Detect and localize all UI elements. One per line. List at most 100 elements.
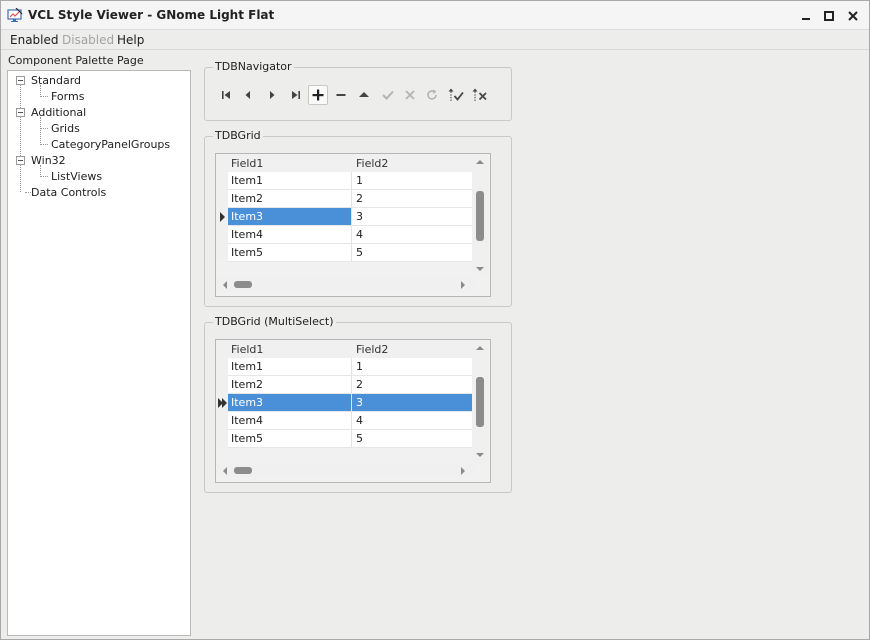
nav-refresh-button [422, 85, 442, 105]
nav-prior-button[interactable] [238, 85, 258, 105]
dbgrid[interactable]: Field1 Field2 Item1 1 Item2 2 Item3 3 It… [215, 153, 491, 297]
title-bar[interactable]: VCL Style Viewer - GNome Light Flat [1, 1, 869, 30]
grid-cell[interactable]: 3 [353, 394, 472, 411]
tree-item-win32[interactable]: Win32 [31, 154, 66, 167]
table-row-selected[interactable]: Item3 3 [228, 208, 472, 226]
refresh-data-icon [427, 89, 437, 100]
grid-cell[interactable]: Item2 [228, 376, 352, 393]
scroll-left-arrow-icon[interactable] [222, 467, 228, 475]
nav-last-button[interactable] [286, 85, 306, 105]
grid-cell[interactable]: 4 [353, 412, 472, 429]
cancel-updates-icon [472, 88, 487, 101]
table-row[interactable]: Item4 4 [228, 412, 472, 430]
grid-cell[interactable]: Item5 [228, 430, 352, 447]
grid-horizontal-scrollbar[interactable] [216, 464, 474, 478]
scroll-up-arrow-icon[interactable] [476, 345, 484, 351]
close-button[interactable] [844, 7, 862, 25]
menu-help[interactable]: Help [117, 33, 144, 47]
collapse-icon[interactable] [16, 108, 25, 117]
edit-record-icon [359, 92, 369, 97]
scroll-right-arrow-icon[interactable] [460, 281, 466, 289]
menu-bar: Enabled Disabled Help [1, 30, 869, 50]
grid-vertical-scrollbar[interactable] [472, 154, 488, 278]
collapse-icon[interactable] [16, 76, 25, 85]
tree-line [20, 85, 21, 192]
tree-item-standard[interactable]: Standard [31, 74, 81, 87]
close-icon [848, 11, 858, 21]
dbgrid-multiselect[interactable]: Field1 Field2 Item1 1 Item2 2 Item3 3 It… [215, 339, 491, 483]
grid-rows: Item1 1 Item2 2 Item3 3 Item4 4 Item5 5 [228, 172, 472, 262]
table-row[interactable]: Item5 5 [228, 244, 472, 262]
tree-item-forms[interactable]: Forms [51, 90, 84, 103]
table-row[interactable]: Item2 2 [228, 190, 472, 208]
scroll-up-arrow-icon[interactable] [476, 159, 484, 165]
tree-line [40, 128, 48, 129]
nav-delete-button[interactable] [331, 85, 351, 105]
nav-cancel-updates-button[interactable] [470, 85, 490, 105]
nav-next-button[interactable] [262, 85, 282, 105]
grid-cell[interactable]: 2 [353, 190, 472, 207]
column-header-field2[interactable]: Field2 [356, 157, 388, 170]
tree-caption: Component Palette Page [8, 54, 144, 67]
tree-item-data-controls[interactable]: Data Controls [31, 186, 106, 199]
grid-cell[interactable]: Item4 [228, 412, 352, 429]
scroll-thumb[interactable] [476, 191, 484, 241]
table-row[interactable]: Item1 1 [228, 358, 472, 376]
scroll-thumb[interactable] [476, 377, 484, 427]
tree-line [40, 117, 41, 145]
multiselect-row-indicator-icon [218, 398, 227, 408]
maximize-button[interactable] [820, 7, 838, 25]
tree-item-listviews[interactable]: ListViews [51, 170, 102, 183]
minimize-icon [802, 18, 810, 20]
column-header-field1[interactable]: Field1 [231, 157, 263, 170]
grid-cell[interactable]: Item2 [228, 190, 352, 207]
table-row[interactable]: Item2 2 [228, 376, 472, 394]
table-row[interactable]: Item1 1 [228, 172, 472, 190]
grid-cell[interactable]: 1 [353, 172, 472, 189]
grid-cell[interactable]: 4 [353, 226, 472, 243]
collapse-icon[interactable] [16, 156, 25, 165]
nav-apply-updates-button[interactable] [446, 85, 466, 105]
grid-cell[interactable]: 5 [353, 430, 472, 447]
tree-item-grids[interactable]: Grids [51, 122, 80, 135]
component-palette-tree[interactable]: Standard Forms Additional Grids Category… [7, 70, 191, 636]
grid-cell[interactable]: Item5 [228, 244, 352, 261]
grid-cell[interactable]: 3 [353, 208, 472, 225]
nav-insert-button[interactable] [308, 85, 328, 105]
grid-cell[interactable]: Item4 [228, 226, 352, 243]
scroll-right-arrow-icon[interactable] [460, 467, 466, 475]
grid-horizontal-scrollbar[interactable] [216, 278, 474, 292]
table-row[interactable]: Item4 4 [228, 226, 472, 244]
table-row[interactable]: Item5 5 [228, 430, 472, 448]
current-row-indicator-icon [220, 212, 225, 222]
column-header-field1[interactable]: Field1 [231, 343, 263, 356]
grid-indicator-column [216, 154, 228, 262]
grid-vertical-scrollbar[interactable] [472, 340, 488, 464]
grid-cell[interactable]: Item1 [228, 358, 352, 375]
first-record-icon [222, 91, 230, 99]
scroll-down-arrow-icon[interactable] [476, 266, 484, 272]
scroll-down-arrow-icon[interactable] [476, 452, 484, 458]
column-header-field2[interactable]: Field2 [356, 343, 388, 356]
delete-record-icon [336, 94, 346, 96]
tree-item-additional[interactable]: Additional [31, 106, 86, 119]
grid-cell[interactable]: 5 [353, 244, 472, 261]
last-record-icon [292, 91, 300, 99]
minimize-button[interactable] [797, 7, 815, 25]
grid-header: Field1 Field2 [228, 340, 472, 358]
tree-item-categorypanelgroups[interactable]: CategoryPanelGroups [51, 138, 170, 151]
scroll-thumb[interactable] [234, 467, 252, 474]
navigator-caption: TDBNavigator [213, 60, 294, 73]
table-row-selected[interactable]: Item3 3 [228, 394, 472, 412]
nav-edit-button[interactable] [354, 85, 374, 105]
grid-cell[interactable]: 1 [353, 358, 472, 375]
menu-enabled[interactable]: Enabled [10, 33, 59, 47]
grid-cell[interactable]: 2 [353, 376, 472, 393]
grid-cell[interactable]: Item1 [228, 172, 352, 189]
scroll-thumb[interactable] [234, 281, 252, 288]
grid-cell[interactable]: Item3 [228, 394, 352, 411]
scroll-left-arrow-icon[interactable] [222, 281, 228, 289]
nav-first-button[interactable] [216, 85, 236, 105]
grid-cell[interactable]: Item3 [228, 208, 352, 225]
cancel-edit-icon [405, 90, 415, 100]
